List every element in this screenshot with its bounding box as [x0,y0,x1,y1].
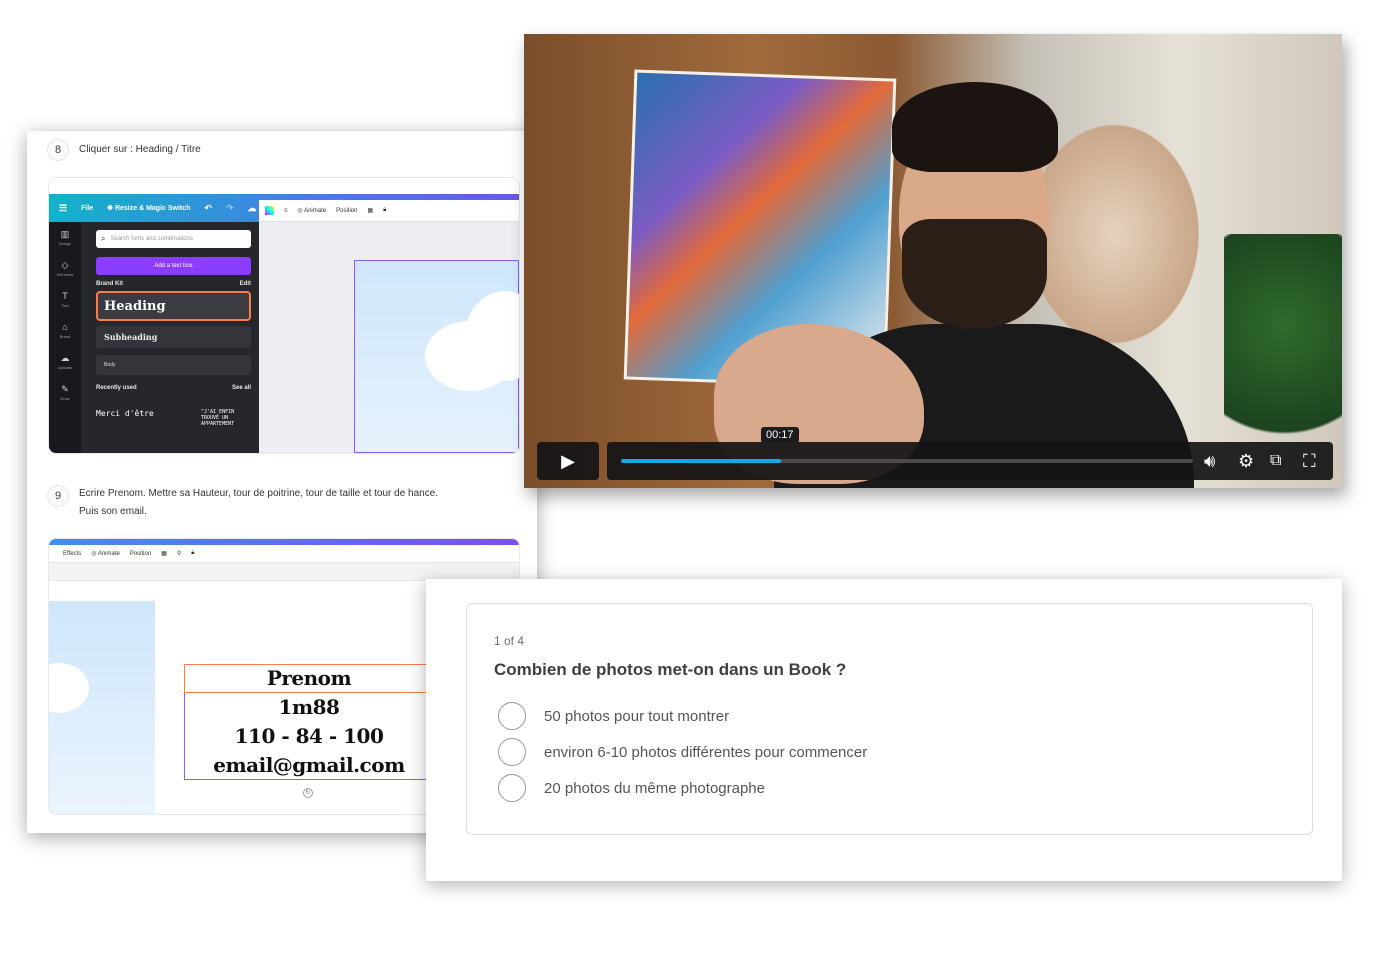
step-text: Cliquer sur : Heading / Titre [79,144,201,155]
step-8: 8 Cliquer sur : Heading / Titre [47,139,449,161]
add-textbox-button[interactable]: Add a text box [96,257,251,275]
quiz-question-box: 1 of 4 Combien de photos met-on dans un … [466,603,1313,835]
lock-icon[interactable]: 🔒︎ [191,550,194,557]
resize-button[interactable]: ✹ Resize & Magic Switch [107,204,190,212]
layout-icon: ▥ [60,229,70,239]
canvas-toolbar: ≡ ◎ Animate Position ▦ 🔒︎ [259,200,519,222]
question-text: Combien de photos met-on dans un Book ? [494,660,847,679]
font-search-input[interactable]: ⌕ Search fonts and combinations [96,230,251,248]
heading-option[interactable]: Heading [96,291,251,321]
canva-body: ▥ Design ◇ Elements T Text ⌂ Brand ☁ Uploads … [49,200,519,453]
see-all-link[interactable]: See all [232,385,251,391]
position-button[interactable]: Position [336,208,357,214]
recently-used-row: Recently used See all [96,385,251,391]
text-icon: T [62,291,68,301]
text-line-measurements[interactable]: 110 - 84 - 100 [184,724,434,748]
video-controls [607,442,1333,480]
answer-option-1[interactable]: 50 photos pour tout montrer [498,702,729,730]
step-9: 9 Ecrire Prenom. Mettre sa Hauteur, tour… [47,485,449,521]
align-icon[interactable]: ≡ [284,208,288,214]
design-page-edge [49,601,155,814]
progress-track[interactable] [621,459,1193,463]
plant [1224,234,1342,464]
fullscreen-icon[interactable]: ⛶ [1303,449,1316,473]
undo-icon[interactable]: ↶ [204,203,212,214]
cloud-icon[interactable]: ☁ [248,203,257,214]
answer-label[interactable]: 50 photos pour tout montrer [544,708,729,725]
redo-icon[interactable]: ↷ [226,203,234,214]
rail-uploads[interactable]: ☁ Uploads [58,354,73,372]
cloud-shape [49,663,89,713]
rail-brand[interactable]: ⌂ Brand [60,323,71,341]
menu-icon[interactable]: ☰ [59,203,67,214]
brand-kit-row: Brand Kit Edit [96,281,251,287]
step-number: 8 [47,139,69,161]
rail-elements[interactable]: ◇ Elements [57,261,74,279]
lock-icon[interactable]: 🔒︎ [383,207,386,214]
canvas-area: ≡ ◎ Animate Position ▦ 🔒︎ [259,200,519,453]
shapes-icon: ◇ [61,260,69,270]
answer-option-2[interactable]: environ 6-10 photos différentes pour com… [498,738,867,766]
time-tooltip: 00:17 [761,427,799,443]
answer-option-3[interactable]: 20 photos du même photographe [498,774,765,802]
radio-button[interactable] [498,738,526,766]
video-player[interactable]: ▶ 00:17 🔊︎ ⚙ ⧉ ⛶ [524,34,1342,488]
answer-label[interactable]: 20 photos du même photographe [544,780,765,797]
transparency-icon[interactable]: ▦ [367,207,373,214]
gear-icon[interactable]: ⚙ [1238,449,1254,473]
rotate-handle-icon[interactable]: ↻ [303,788,313,798]
position-button[interactable]: Position [130,551,151,557]
body-option[interactable]: Body [96,355,251,375]
pen-icon: ✎ [61,384,69,394]
animate-button[interactable]: ◎ Animate [298,207,327,214]
color-icon[interactable] [265,206,274,215]
text-panel: ⌕ Search fonts and combinations Add a te… [81,222,259,453]
rail-text[interactable]: T Text [61,292,68,310]
presenter-hair [892,82,1058,172]
effects-button[interactable]: Effects [63,551,81,557]
text-line-name[interactable]: Prenom [184,666,434,690]
play-button[interactable]: ▶ [537,442,599,480]
font-combo-2[interactable]: "J'AI ENFIN TROUVÉ UN APPARTEMENT [201,409,251,427]
animate-button[interactable]: ◎ Animate [91,550,120,557]
font-combinations: Merci d'être "J'AI ENFIN TROUVÉ UN APPAR… [96,409,251,427]
question-counter: 1 of 4 [494,634,525,648]
answer-label[interactable]: environ 6-10 photos différentes pour com… [544,744,867,761]
transparency-icon[interactable]: ▦ [161,550,167,557]
step-number: 9 [47,485,69,507]
step-text: Ecrire Prenom. Mettre sa Hauteur, tour d… [79,488,439,517]
presenter-beard [902,219,1047,329]
design-page[interactable] [354,260,519,453]
quiz-card: 1 of 4 Combien de photos met-on dans un … [426,579,1342,881]
format-icon[interactable]: ⚲ [177,550,181,557]
recently-used-label: Recently used [96,385,137,391]
radio-button[interactable] [498,774,526,802]
radio-button[interactable] [498,702,526,730]
text-line-height[interactable]: 1m88 [184,695,434,719]
canva-screenshot-text-panel: ☰ File ✹ Resize & Magic Switch ↶ ↷ ☁ ▥ De… [48,177,520,454]
picture-in-picture-icon[interactable]: ⧉ [1270,449,1281,473]
volume-icon[interactable]: 🔊︎ [1204,449,1215,473]
canvas-toolbar: Effects ◎ Animate Position ▦ ⚲ 🔒︎ [49,545,519,563]
briefcase-icon: ⌂ [62,322,68,332]
upload-icon: ☁ [60,353,70,363]
font-combo-1[interactable]: Merci d'être [96,409,154,427]
rail-draw[interactable]: ✎ Draw [60,385,69,403]
collage: 8 Cliquer sur : Heading / Titre ☰ File ✹… [0,0,1389,953]
canva-side-rail: ▥ Design ◇ Elements T Text ⌂ Brand ☁ Uploads … [49,222,81,453]
progress-fill [621,459,782,463]
edit-link[interactable]: Edit [240,281,251,287]
file-menu[interactable]: File [81,205,93,212]
rail-design[interactable]: ▥ Design [59,230,71,248]
text-line-email[interactable]: email@gmail.com [184,753,434,777]
search-icon: ⌕ [101,234,106,243]
play-icon: ▶ [561,450,575,471]
sparkle-icon: ✹ [107,205,115,212]
subheading-option[interactable]: Subheading [96,326,251,348]
brand-kit-label: Brand Kit [96,281,123,287]
